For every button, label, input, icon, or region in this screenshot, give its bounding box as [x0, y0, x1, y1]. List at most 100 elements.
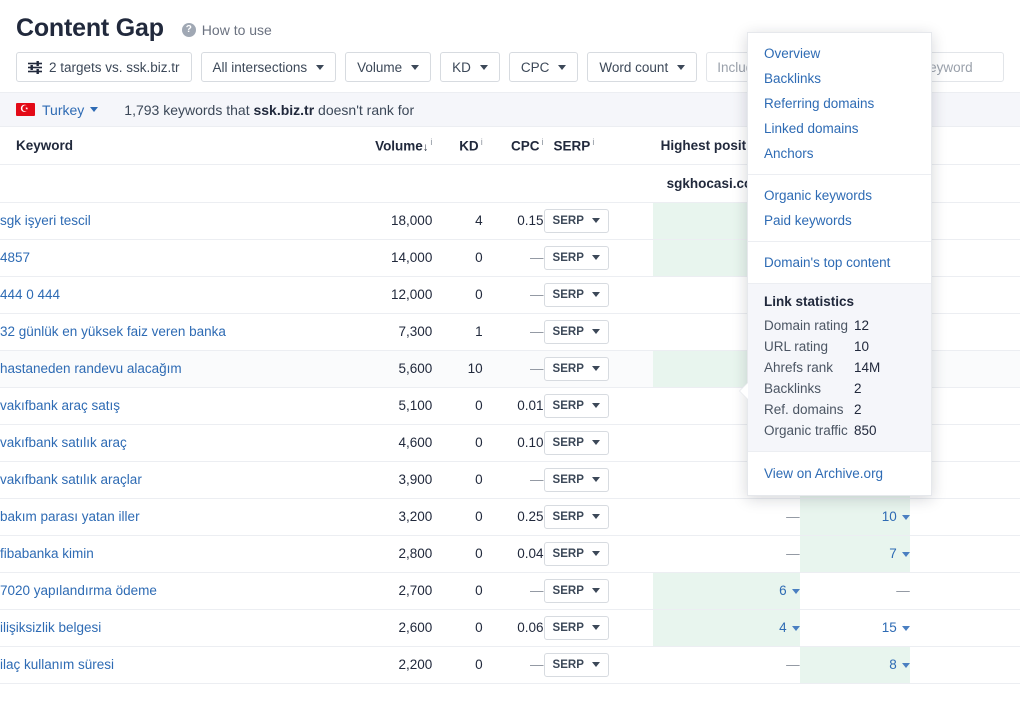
- info-icon[interactable]: i: [542, 137, 544, 147]
- keyword-cell[interactable]: fibabanka kimin: [0, 535, 336, 573]
- view-on-archive-link[interactable]: View on Archive.org: [748, 461, 931, 486]
- keyword-cell[interactable]: 32 günlük en yüksek faiz veren banka: [0, 313, 336, 351]
- how-to-use-link[interactable]: ? How to use: [181, 22, 272, 38]
- cpc-cell: —: [482, 276, 544, 314]
- serp-button[interactable]: SERP: [543, 652, 609, 677]
- menu-item-anchors[interactable]: Anchors: [748, 141, 931, 166]
- col-header-serp[interactable]: SERP i: [543, 127, 638, 165]
- keyword-link[interactable]: 4857: [0, 250, 30, 265]
- info-icon[interactable]: i: [481, 137, 483, 147]
- country-selector[interactable]: ☪ Turkey: [16, 101, 99, 118]
- volume-cell: 3,200: [335, 498, 433, 536]
- serp-button[interactable]: SERP: [543, 393, 609, 418]
- serp-button[interactable]: SERP: [543, 356, 609, 381]
- highest-position-cell[interactable]: 4: [652, 609, 800, 647]
- serp-button[interactable]: SERP: [543, 430, 609, 455]
- link-statistic-label: Backlinks: [764, 381, 822, 396]
- serp-button[interactable]: SERP: [543, 541, 609, 566]
- serp-button[interactable]: SERP: [543, 208, 609, 233]
- info-icon[interactable]: i: [592, 137, 594, 147]
- keyword-cell[interactable]: hastaneden randevu alacağım: [0, 350, 336, 388]
- spacer-cell: [637, 350, 653, 388]
- info-icon[interactable]: i: [430, 137, 432, 147]
- word-count-filter-label: Word count: [599, 59, 669, 75]
- intersections-filter-button[interactable]: All intersections: [200, 52, 337, 82]
- keyword-link[interactable]: vakıfbank satılık araçlar: [0, 472, 142, 487]
- col-header-cpc[interactable]: CPC i: [482, 127, 544, 165]
- keyword-cell[interactable]: vakıfbank satılık araç: [0, 424, 336, 462]
- keyword-cell[interactable]: sgk işyeri tescil: [0, 202, 336, 240]
- menu-item-referring-domains[interactable]: Referring domains: [748, 91, 931, 116]
- country-label: Turkey: [42, 101, 85, 118]
- link-statistic-row: Organic traffic 850: [748, 420, 931, 441]
- spacer-cell: [637, 202, 653, 240]
- keyword-cell[interactable]: ilişiksizlik belgesi: [0, 609, 336, 647]
- serp-button[interactable]: SERP: [543, 615, 609, 640]
- keyword-link[interactable]: ilişiksizlik belgesi: [0, 620, 101, 635]
- table-row: 7020 yapılandırma ödeme 2,700 0— SERP 6—: [0, 572, 1020, 610]
- position-value: 10: [881, 509, 897, 524]
- keyword-cell[interactable]: 7020 yapılandırma ödeme: [0, 572, 336, 610]
- keyword-link[interactable]: vakıfbank satılık araç: [0, 435, 127, 450]
- kd-filter-button[interactable]: KD: [440, 52, 500, 82]
- serp-button-label: SERP: [552, 325, 584, 338]
- keyword-cell[interactable]: 4857: [0, 239, 336, 277]
- cpc-cell: —: [482, 313, 544, 351]
- menu-item-paid-keywords[interactable]: Paid keywords: [748, 208, 931, 233]
- serp-button-label: SERP: [552, 288, 584, 301]
- volume-cell: 7,300: [335, 313, 433, 351]
- position-cell[interactable]: 7: [799, 535, 910, 573]
- serp-button[interactable]: SERP: [543, 282, 609, 307]
- keyword-link[interactable]: hastaneden randevu alacağım: [0, 361, 182, 376]
- serp-button[interactable]: SERP: [543, 467, 609, 492]
- highest-position-cell: —: [652, 646, 800, 684]
- cpc-cell: 0.04: [482, 535, 544, 573]
- keyword-link[interactable]: bakım parası yatan iller: [0, 509, 140, 524]
- keyword-link[interactable]: sgk işyeri tescil: [0, 213, 91, 228]
- menu-item-linked-domains[interactable]: Linked domains: [748, 116, 931, 141]
- keyword-link[interactable]: 7020 yapılandırma ödeme: [0, 583, 157, 598]
- chevron-down-icon: [591, 218, 600, 223]
- highest-position-cell[interactable]: 6: [652, 572, 800, 610]
- position-cell[interactable]: 10: [799, 498, 910, 536]
- keyword-cell[interactable]: 444 0 444: [0, 276, 336, 314]
- keyword-cell[interactable]: ilaç kullanım süresi: [0, 646, 336, 684]
- keyword-link[interactable]: 32 günlük en yüksek faiz veren banka: [0, 324, 226, 339]
- keyword-link[interactable]: ilaç kullanım süresi: [0, 657, 114, 672]
- serp-button[interactable]: SERP: [543, 504, 609, 529]
- keyword-link[interactable]: 444 0 444: [0, 287, 60, 302]
- chevron-down-icon: [411, 64, 420, 70]
- word-count-filter-button[interactable]: Word count: [587, 52, 698, 82]
- kd-cell: 10: [432, 350, 483, 388]
- keyword-link[interactable]: fibabanka kimin: [0, 546, 94, 561]
- chevron-down-icon: [591, 292, 600, 297]
- serp-button[interactable]: SERP: [543, 245, 609, 270]
- col-header-volume[interactable]: Volume↓ i: [335, 127, 433, 165]
- position-cell[interactable]: 8: [799, 646, 910, 684]
- cpc-filter-button[interactable]: CPC: [508, 52, 579, 82]
- spacer-cell: [637, 313, 653, 351]
- cpc-cell: 0.06: [482, 609, 544, 647]
- keyword-cell[interactable]: vakıfbank araç satış: [0, 387, 336, 425]
- serp-cell: SERP: [543, 424, 638, 462]
- kd-cell: 0: [432, 424, 483, 462]
- col-header-keyword[interactable]: Keyword: [0, 127, 336, 165]
- keyword-cell[interactable]: bakım parası yatan iller: [0, 498, 336, 536]
- menu-item-domain-s-top-content[interactable]: Domain's top content: [748, 250, 931, 275]
- volume-cell: 12,000: [335, 276, 433, 314]
- keyword-cell[interactable]: vakıfbank satılık araçlar: [0, 461, 336, 499]
- col-header-kd[interactable]: KD i: [432, 127, 483, 165]
- spacer-cell: [637, 239, 653, 277]
- menu-item-backlinks[interactable]: Backlinks: [748, 66, 931, 91]
- serp-button-label: SERP: [552, 251, 584, 264]
- link-statistic-label: Domain rating: [764, 318, 849, 333]
- targets-filter-button[interactable]: 2 targets vs. ssk.biz.tr: [16, 52, 192, 82]
- menu-item-organic-keywords[interactable]: Organic keywords: [748, 183, 931, 208]
- position-cell[interactable]: 15: [799, 609, 910, 647]
- kd-cell: 0: [432, 646, 483, 684]
- volume-filter-button[interactable]: Volume: [345, 52, 432, 82]
- serp-button[interactable]: SERP: [543, 578, 609, 603]
- serp-button[interactable]: SERP: [543, 319, 609, 344]
- menu-item-overview[interactable]: Overview: [748, 41, 931, 66]
- keyword-link[interactable]: vakıfbank araç satış: [0, 398, 120, 413]
